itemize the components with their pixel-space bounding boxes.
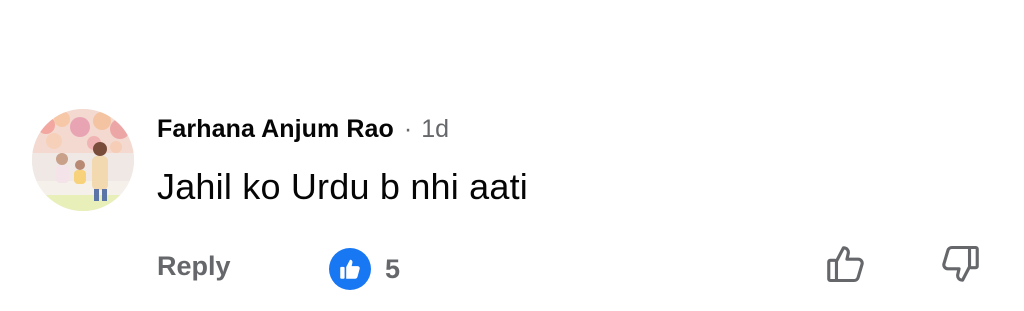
reply-button[interactable]: Reply — [157, 251, 231, 282]
downvote-button[interactable] — [934, 238, 986, 290]
thumbs-down-outline-icon — [942, 245, 979, 282]
reaction-summary[interactable]: 5 — [329, 248, 400, 290]
comment-timestamp[interactable]: 1d — [421, 115, 449, 144]
reaction-count: 5 — [385, 253, 401, 284]
comment-item: Farhana Anjum Rao · 1d Jahil ko Urdu b n… — [0, 0, 1024, 311]
comment-body: Jahil ko Urdu b nhi aati — [157, 166, 529, 207]
thumbs-up-outline-icon — [827, 246, 864, 283]
avatar[interactable] — [32, 109, 134, 211]
upvote-button[interactable] — [820, 238, 872, 290]
comment-header: Farhana Anjum Rao · 1d — [157, 112, 449, 146]
meta-separator: · — [403, 114, 413, 143]
author-name[interactable]: Farhana Anjum Rao — [157, 115, 394, 144]
profile-photo-image — [32, 109, 134, 211]
like-thumb-icon — [329, 248, 371, 290]
